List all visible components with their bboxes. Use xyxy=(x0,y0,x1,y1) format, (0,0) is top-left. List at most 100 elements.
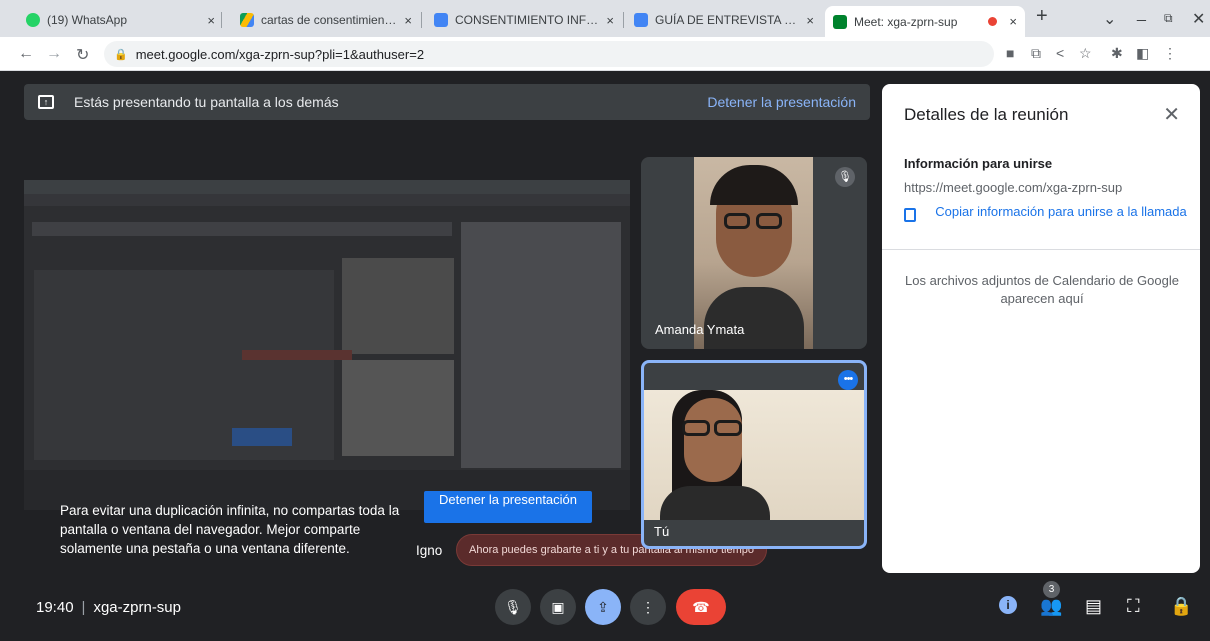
url-text: meet.google.com/xga-zprn-sup?pli=1&authu… xyxy=(135,46,425,62)
close-icon[interactable]: × xyxy=(606,13,614,28)
meeting-details-panel: Detalles de la reunión ✕ Información par… xyxy=(882,84,1200,573)
stop-presenting-link[interactable]: Detener la presentación xyxy=(707,94,856,110)
participant-video xyxy=(694,157,813,349)
camera-button[interactable]: ▣ xyxy=(540,589,576,625)
hang-up-icon: ☎ xyxy=(692,599,710,615)
close-icon[interactable]: × xyxy=(806,13,814,28)
present-button[interactable]: ⇪ xyxy=(585,589,621,625)
separator: | xyxy=(81,599,86,616)
new-tab-button[interactable]: + xyxy=(1036,5,1048,28)
tab-whatsapp[interactable]: (19) WhatsApp × xyxy=(18,6,223,34)
meeting-info: 19:40 | xga-zprn-sup xyxy=(36,599,181,616)
muted-mic-icon: 🎙 xyxy=(835,167,855,187)
tab-title: Meet: xga-zprn-sup xyxy=(854,14,958,29)
participant-name: Tú xyxy=(654,524,670,539)
copy-join-info-button[interactable]: Copiar información para unirse a la llam… xyxy=(932,204,1190,220)
mirror-toast xyxy=(242,350,352,360)
shared-screen-preview xyxy=(24,180,630,510)
body-shape xyxy=(660,486,770,520)
chat-icon[interactable]: ▤ xyxy=(1085,596,1102,617)
whatsapp-icon xyxy=(26,13,40,27)
hair-shape xyxy=(710,165,798,205)
minimize-icon[interactable]: _ xyxy=(1137,5,1146,23)
meeting-details-button[interactable]: i xyxy=(999,596,1017,614)
participant-name: Amanda Ymata xyxy=(655,322,745,337)
join-info-heading: Información para unirse xyxy=(904,156,1053,171)
body-shape xyxy=(704,287,804,349)
mirror-tabstrip xyxy=(24,180,630,194)
self-tile[interactable]: ••• Tú xyxy=(641,360,867,549)
open-in-window-icon[interactable]: ⧉ xyxy=(1031,45,1041,62)
drive-icon xyxy=(240,13,254,27)
activities-icon[interactable]: ⛶ xyxy=(1127,596,1140,617)
screen: (19) WhatsApp × cartas de consentimiento… xyxy=(0,0,1210,641)
ignore-button[interactable]: Igno xyxy=(416,543,442,558)
present-icon: ⇪ xyxy=(597,599,609,615)
copy-icon[interactable] xyxy=(904,208,916,222)
address-bar-row: ← → ↻ 🔒 meet.google.com/xga-zprn-sup?pli… xyxy=(0,37,1210,71)
glasses-icon xyxy=(756,213,782,229)
back-icon[interactable]: ← xyxy=(18,45,34,63)
tab-divider xyxy=(221,12,222,28)
menu-icon[interactable]: ⋮ xyxy=(1163,45,1177,62)
presenting-banner: ↑ Estás presentando tu pantalla a los de… xyxy=(24,84,870,120)
microphone-button[interactable]: 🎙 xyxy=(495,589,531,625)
tab-search-icon[interactable]: ⌄ xyxy=(1103,9,1116,29)
extensions-icon[interactable]: ✱ xyxy=(1111,45,1123,62)
close-window-icon[interactable]: ✕ xyxy=(1192,9,1205,29)
docs-icon xyxy=(434,13,448,27)
participant-tile[interactable]: 🎙 Amanda Ymata xyxy=(641,157,867,349)
tab-title: cartas de consentimiento - Go xyxy=(261,13,398,27)
reload-icon[interactable]: ↻ xyxy=(76,45,89,65)
self-video xyxy=(644,390,864,520)
panel-title: Detalles de la reunión xyxy=(904,105,1069,124)
camera-icon: ▣ xyxy=(551,599,565,615)
microphone-icon: 🎙 xyxy=(504,599,522,615)
tab-guia[interactable]: GUÍA DE ENTREVISTA Dra. Am × xyxy=(626,6,822,34)
close-icon[interactable]: × xyxy=(207,13,215,28)
close-icon[interactable]: × xyxy=(1009,14,1017,29)
side-panel-icon[interactable]: ◧ xyxy=(1136,45,1149,62)
glasses-icon xyxy=(682,420,710,436)
mirror-banner xyxy=(32,222,452,236)
more-vert-icon: ⋮ xyxy=(641,599,655,615)
camera-icon[interactable]: ■ xyxy=(1006,45,1014,61)
star-icon[interactable]: ☆ xyxy=(1079,45,1092,62)
docs-icon xyxy=(634,13,648,27)
infinite-mirror-warning: Para evitar una duplicación infinita, no… xyxy=(60,503,400,556)
tab-meet[interactable]: Meet: xga-zprn-sup × xyxy=(825,6,1025,37)
meet-icon xyxy=(833,14,847,29)
mirror-tile xyxy=(342,360,454,456)
tab-title: (19) WhatsApp xyxy=(47,13,128,27)
face-shape xyxy=(684,398,742,482)
restore-icon[interactable]: ⧉ xyxy=(1164,11,1173,26)
more-options-button[interactable]: ⋮ xyxy=(630,589,666,625)
attachments-note: Los archivos adjuntos de Calendario de G… xyxy=(905,273,1179,306)
glasses-icon xyxy=(724,213,750,229)
meeting-code: xga-zprn-sup xyxy=(93,599,181,616)
clock: 19:40 xyxy=(36,599,74,616)
browser-tabstrip: (19) WhatsApp × cartas de consentimiento… xyxy=(0,0,1210,37)
tab-title: CONSENTIMIENTO INFORMAD xyxy=(455,13,600,27)
host-controls-icon[interactable]: 🔒 xyxy=(1170,596,1192,617)
address-bar[interactable]: 🔒 meet.google.com/xga-zprn-sup?pli=1&aut… xyxy=(104,41,994,67)
close-icon[interactable]: × xyxy=(404,13,412,28)
tab-cartas[interactable]: cartas de consentimiento - Go × xyxy=(232,6,420,34)
tab-title: GUÍA DE ENTREVISTA Dra. Am xyxy=(655,13,800,27)
leave-call-button[interactable]: ☎ xyxy=(676,589,726,625)
forward-icon[interactable]: → xyxy=(46,45,62,63)
mirror-stop-button xyxy=(232,428,292,446)
lock-icon: 🔒 xyxy=(114,48,128,61)
stop-presenting-button[interactable]: Detener la presentación xyxy=(424,491,592,523)
divider xyxy=(882,249,1200,250)
tab-consentimiento[interactable]: CONSENTIMIENTO INFORMAD × xyxy=(426,6,622,34)
tab-divider xyxy=(623,12,624,28)
presenting-text: Estás presentando tu pantalla a los demá… xyxy=(74,94,339,110)
more-options-icon[interactable]: ••• xyxy=(838,370,858,390)
share-icon[interactable]: < xyxy=(1056,45,1064,61)
recording-dot-icon xyxy=(988,17,998,26)
people-icon[interactable]: 👥 xyxy=(1040,596,1062,617)
close-icon[interactable]: ✕ xyxy=(1163,102,1180,127)
mirror-details-panel xyxy=(461,222,621,468)
glasses-icon xyxy=(714,420,742,436)
